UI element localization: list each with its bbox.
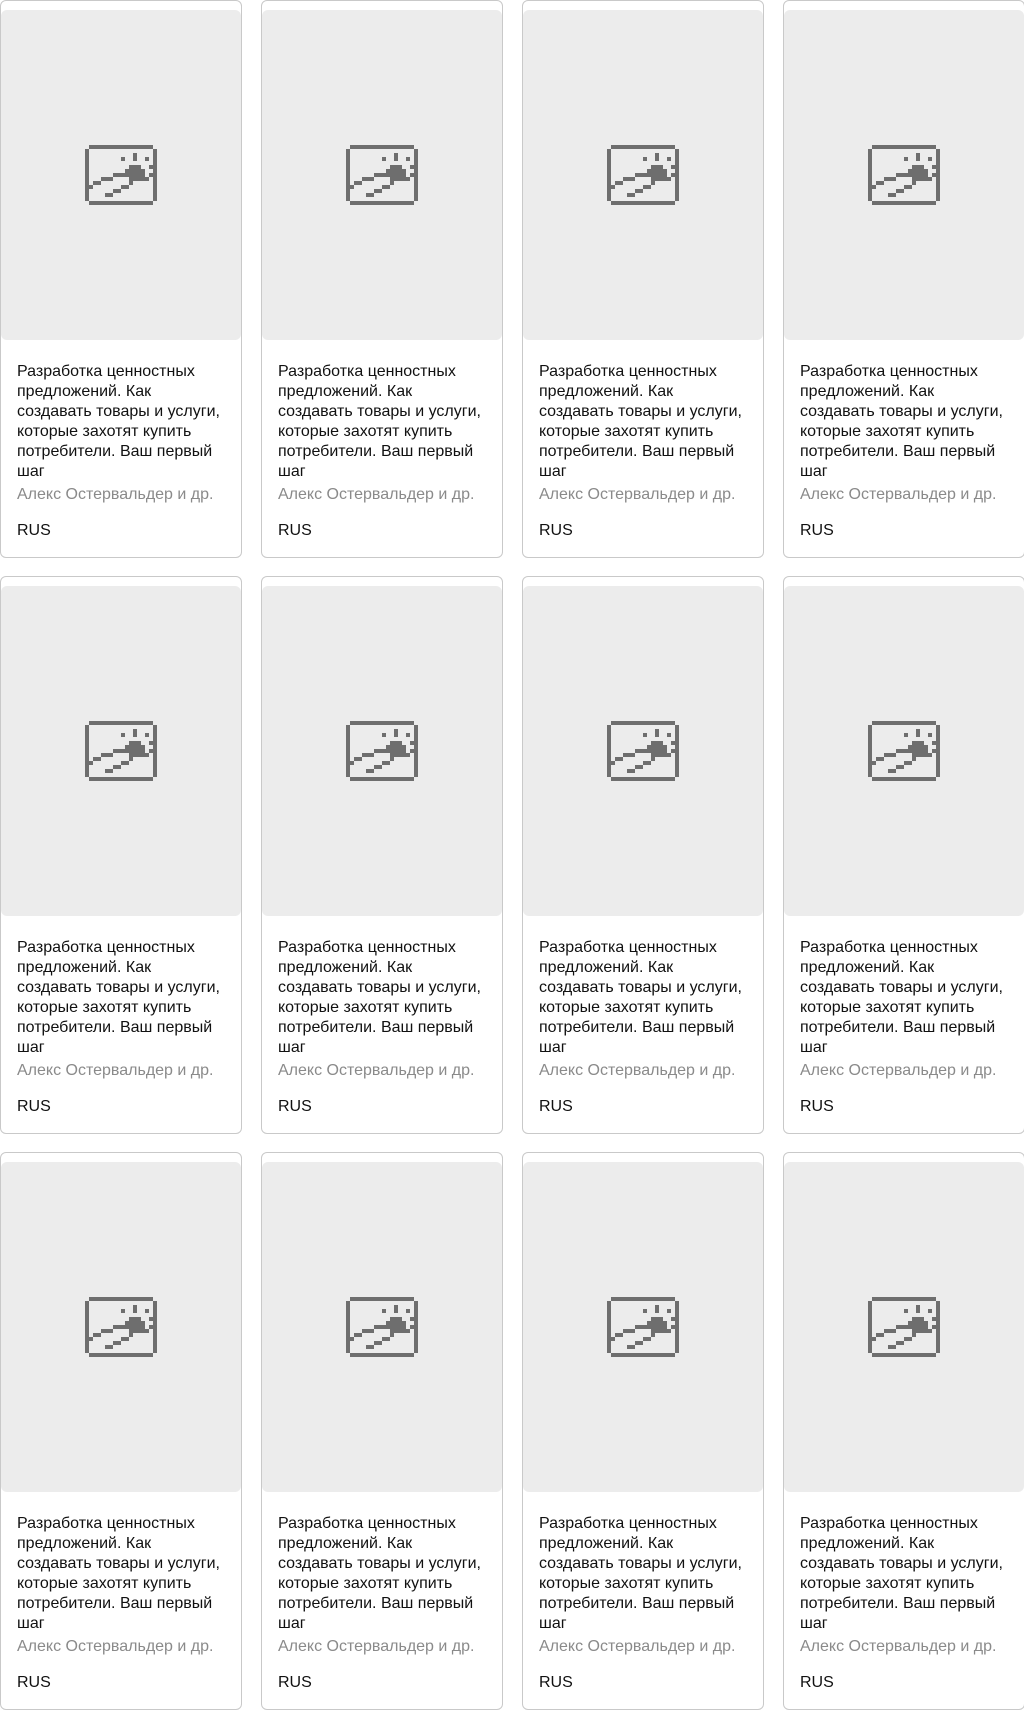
book-card[interactable]: Разработка ценностных предложений. Как с…: [261, 576, 503, 1134]
book-title[interactable]: Разработка ценностных предложений. Как с…: [278, 362, 490, 482]
book-cover[interactable]: [1, 10, 241, 340]
image-placeholder-icon: [607, 721, 679, 781]
book-author: Алекс Остервальдер и др.: [278, 486, 475, 503]
book-card[interactable]: Разработка ценностных предложений. Как с…: [783, 0, 1024, 558]
book-card[interactable]: Разработка ценностных предложений. Как с…: [522, 576, 764, 1134]
book-author: Алекс Остервальдер и др.: [800, 486, 997, 503]
book-author: Алекс Остервальдер и др.: [278, 1638, 475, 1655]
book-cover[interactable]: [784, 1162, 1024, 1492]
book-cover[interactable]: [523, 10, 763, 340]
book-language: RUS: [800, 522, 834, 539]
book-language: RUS: [17, 1098, 51, 1115]
book-title[interactable]: Разработка ценностных предложений. Как с…: [539, 938, 751, 1058]
book-card[interactable]: Разработка ценностных предложений. Как с…: [0, 1152, 242, 1710]
book-cover[interactable]: [262, 10, 502, 340]
book-card[interactable]: Разработка ценностных предложений. Как с…: [261, 1152, 503, 1710]
image-placeholder-icon: [346, 145, 418, 205]
book-language: RUS: [278, 1098, 312, 1115]
book-info: Разработка ценностных предложений. Как с…: [800, 362, 1012, 505]
book-info: Разработка ценностных предложений. Как с…: [278, 938, 490, 1081]
book-author: Алекс Остервальдер и др.: [539, 486, 736, 503]
book-card[interactable]: Разработка ценностных предложений. Как с…: [0, 0, 242, 558]
book-title[interactable]: Разработка ценностных предложений. Как с…: [539, 1514, 751, 1634]
book-cover[interactable]: [262, 1162, 502, 1492]
image-placeholder-icon: [85, 1297, 157, 1357]
book-author: Алекс Остервальдер и др.: [17, 1638, 214, 1655]
book-card[interactable]: Разработка ценностных предложений. Как с…: [783, 1152, 1024, 1710]
book-author: Алекс Остервальдер и др.: [539, 1638, 736, 1655]
image-placeholder-icon: [607, 1297, 679, 1357]
image-placeholder-icon: [346, 721, 418, 781]
book-title[interactable]: Разработка ценностных предложений. Как с…: [17, 938, 229, 1058]
book-language: RUS: [800, 1674, 834, 1691]
book-author: Алекс Остервальдер и др.: [539, 1062, 736, 1079]
book-language: RUS: [539, 1098, 573, 1115]
book-language: RUS: [278, 1674, 312, 1691]
book-info: Разработка ценностных предложений. Как с…: [278, 362, 490, 505]
book-language: RUS: [539, 522, 573, 539]
book-info: Разработка ценностных предложений. Как с…: [539, 362, 751, 505]
book-author: Алекс Остервальдер и др.: [800, 1638, 997, 1655]
image-placeholder-icon: [868, 145, 940, 205]
book-title[interactable]: Разработка ценностных предложений. Как с…: [278, 1514, 490, 1634]
book-language: RUS: [800, 1098, 834, 1115]
book-card[interactable]: Разработка ценностных предложений. Как с…: [783, 576, 1024, 1134]
book-info: Разработка ценностных предложений. Как с…: [800, 1514, 1012, 1657]
image-placeholder-icon: [607, 145, 679, 205]
book-title[interactable]: Разработка ценностных предложений. Как с…: [800, 1514, 1012, 1634]
book-cover[interactable]: [523, 1162, 763, 1492]
book-author: Алекс Остервальдер и др.: [17, 486, 214, 503]
book-title[interactable]: Разработка ценностных предложений. Как с…: [17, 362, 229, 482]
book-cover[interactable]: [1, 586, 241, 916]
book-title[interactable]: Разработка ценностных предложений. Как с…: [800, 362, 1012, 482]
book-author: Алекс Остервальдер и др.: [17, 1062, 214, 1079]
book-language: RUS: [278, 522, 312, 539]
image-placeholder-icon: [346, 1297, 418, 1357]
book-cover[interactable]: [262, 586, 502, 916]
book-title[interactable]: Разработка ценностных предложений. Как с…: [17, 1514, 229, 1634]
image-placeholder-icon: [85, 145, 157, 205]
book-author: Алекс Остервальдер и др.: [800, 1062, 997, 1079]
book-cover[interactable]: [523, 586, 763, 916]
image-placeholder-icon: [868, 1297, 940, 1357]
book-title[interactable]: Разработка ценностных предложений. Как с…: [539, 362, 751, 482]
image-placeholder-icon: [85, 721, 157, 781]
image-placeholder-icon: [868, 721, 940, 781]
book-author: Алекс Остервальдер и др.: [278, 1062, 475, 1079]
book-info: Разработка ценностных предложений. Как с…: [17, 938, 229, 1081]
book-info: Разработка ценностных предложений. Как с…: [17, 1514, 229, 1657]
book-card[interactable]: Разработка ценностных предложений. Как с…: [261, 0, 503, 558]
book-info: Разработка ценностных предложений. Как с…: [800, 938, 1012, 1081]
book-title[interactable]: Разработка ценностных предложений. Как с…: [800, 938, 1012, 1058]
book-title[interactable]: Разработка ценностных предложений. Как с…: [278, 938, 490, 1058]
book-language: RUS: [539, 1674, 573, 1691]
book-card[interactable]: Разработка ценностных предложений. Как с…: [522, 1152, 764, 1710]
book-info: Разработка ценностных предложений. Как с…: [539, 1514, 751, 1657]
book-info: Разработка ценностных предложений. Как с…: [17, 362, 229, 505]
book-info: Разработка ценностных предложений. Как с…: [539, 938, 751, 1081]
book-card[interactable]: Разработка ценностных предложений. Как с…: [0, 576, 242, 1134]
book-language: RUS: [17, 1674, 51, 1691]
book-info: Разработка ценностных предложений. Как с…: [278, 1514, 490, 1657]
book-cover[interactable]: [1, 1162, 241, 1492]
book-card[interactable]: Разработка ценностных предложений. Как с…: [522, 0, 764, 558]
book-grid: Разработка ценностных предложений. Как с…: [0, 0, 1024, 1710]
book-cover[interactable]: [784, 586, 1024, 916]
book-language: RUS: [17, 522, 51, 539]
book-cover[interactable]: [784, 10, 1024, 340]
